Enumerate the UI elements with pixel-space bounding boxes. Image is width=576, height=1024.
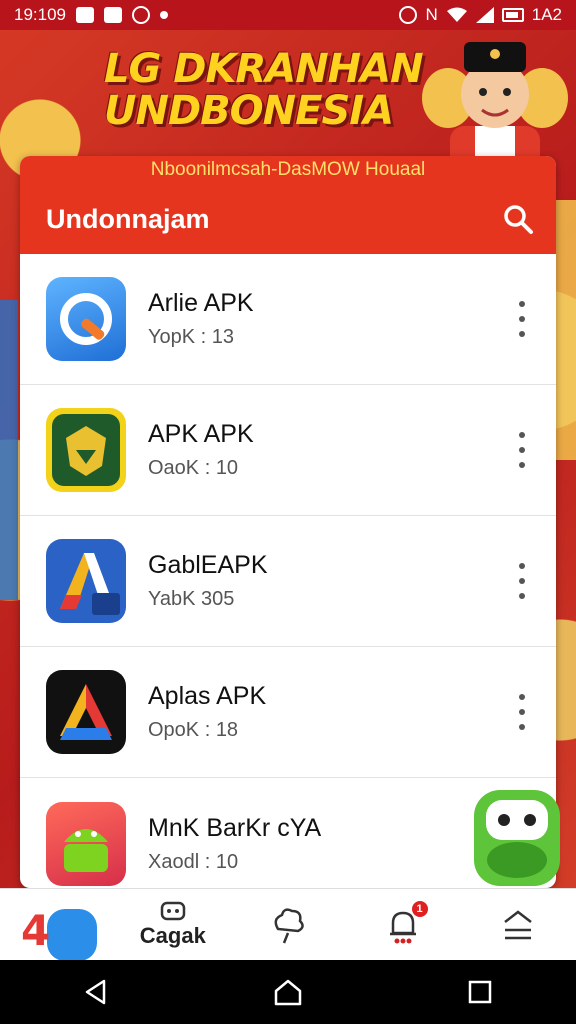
app-meta: YabK 305 bbox=[148, 588, 235, 610]
recents-icon bbox=[468, 980, 492, 1004]
home-button[interactable] bbox=[258, 967, 318, 1017]
menu-icon bbox=[504, 910, 533, 940]
home-logo-icon: 4 bbox=[21, 906, 97, 961]
network-type: N bbox=[425, 5, 438, 24]
svg-text:4: 4 bbox=[21, 906, 50, 955]
notification-badge: 1 bbox=[411, 901, 428, 917]
mail-icon bbox=[104, 7, 122, 23]
nav-cagak[interactable]: Cagak bbox=[115, 889, 230, 961]
clock: 19:109 bbox=[14, 5, 66, 24]
card-subtitle: Nboonilmcsah-DasMOW Houaal bbox=[20, 156, 556, 184]
search-icon[interactable] bbox=[502, 203, 534, 235]
nav-label: Cagak bbox=[139, 923, 206, 948]
card-title: Undonnajam bbox=[46, 203, 210, 234]
app-name: APK APK bbox=[148, 420, 254, 448]
app-icon-green-emblem bbox=[46, 408, 126, 492]
more-options-icon[interactable] bbox=[512, 432, 532, 468]
recents-button[interactable] bbox=[450, 967, 510, 1017]
app-name: Arlie APK bbox=[148, 289, 254, 317]
bottom-navigation: 4 Cagak 1 bbox=[0, 888, 576, 961]
battery-icon bbox=[501, 8, 524, 22]
app-name: GablEAPK bbox=[148, 551, 268, 579]
app-name: Aplas APK bbox=[148, 682, 267, 710]
app-icon-blue-a bbox=[46, 539, 126, 623]
more-options-icon[interactable] bbox=[512, 301, 532, 337]
more-options-icon[interactable] bbox=[512, 563, 532, 599]
app-row[interactable]: Arlie APK YopK : 13 bbox=[20, 254, 556, 385]
mascot-illustration bbox=[422, 42, 568, 176]
banner-title-line2: UNDBONESIA bbox=[104, 88, 394, 134]
app-meta: OpoK : 18 bbox=[148, 719, 239, 741]
notification-icon bbox=[76, 7, 94, 23]
more-options-icon[interactable] bbox=[512, 694, 532, 730]
cloud-icon bbox=[274, 908, 304, 944]
app-row[interactable]: APK APK OaoK : 10 bbox=[20, 385, 556, 516]
app-meta: OaoK : 10 bbox=[148, 457, 239, 479]
robot-mascot-illustration bbox=[474, 790, 560, 886]
banner-title: LG DKRANHAN UNDBONESIA bbox=[104, 48, 424, 132]
card-header: Undonnajam bbox=[20, 184, 556, 254]
app-row[interactable]: GablEAPK YabK 305 bbox=[20, 516, 556, 647]
nav-menu[interactable] bbox=[461, 889, 576, 961]
wifi-icon bbox=[446, 7, 467, 22]
signal-icon bbox=[475, 7, 494, 23]
home-icon bbox=[274, 979, 302, 1006]
banner-title-line1: LG DKRANHAN bbox=[104, 46, 424, 92]
shield-icon bbox=[132, 6, 150, 24]
app-list-card: Nboonilmcsah-DasMOW Houaal Undonnajam Ar… bbox=[20, 156, 556, 888]
app-meta: YopK : 13 bbox=[148, 326, 235, 348]
app-icon-blue-q bbox=[46, 277, 126, 361]
back-icon bbox=[85, 979, 106, 1005]
nav-notifications[interactable]: 1 bbox=[346, 889, 461, 961]
nav-cloud[interactable] bbox=[230, 889, 345, 961]
alarm-icon bbox=[399, 6, 418, 24]
app-icon-android bbox=[46, 801, 126, 886]
nav-home-logo[interactable]: 4 bbox=[0, 889, 115, 961]
dot-icon bbox=[160, 11, 168, 19]
battery-text: 1A2 bbox=[531, 5, 562, 24]
gamepad-icon bbox=[160, 901, 186, 921]
system-navigation-bar bbox=[0, 960, 576, 1024]
back-button[interactable] bbox=[66, 967, 126, 1017]
app-icon-black-a bbox=[46, 670, 126, 754]
app-row[interactable]: Aplas APK OpoK : 18 bbox=[20, 647, 556, 778]
